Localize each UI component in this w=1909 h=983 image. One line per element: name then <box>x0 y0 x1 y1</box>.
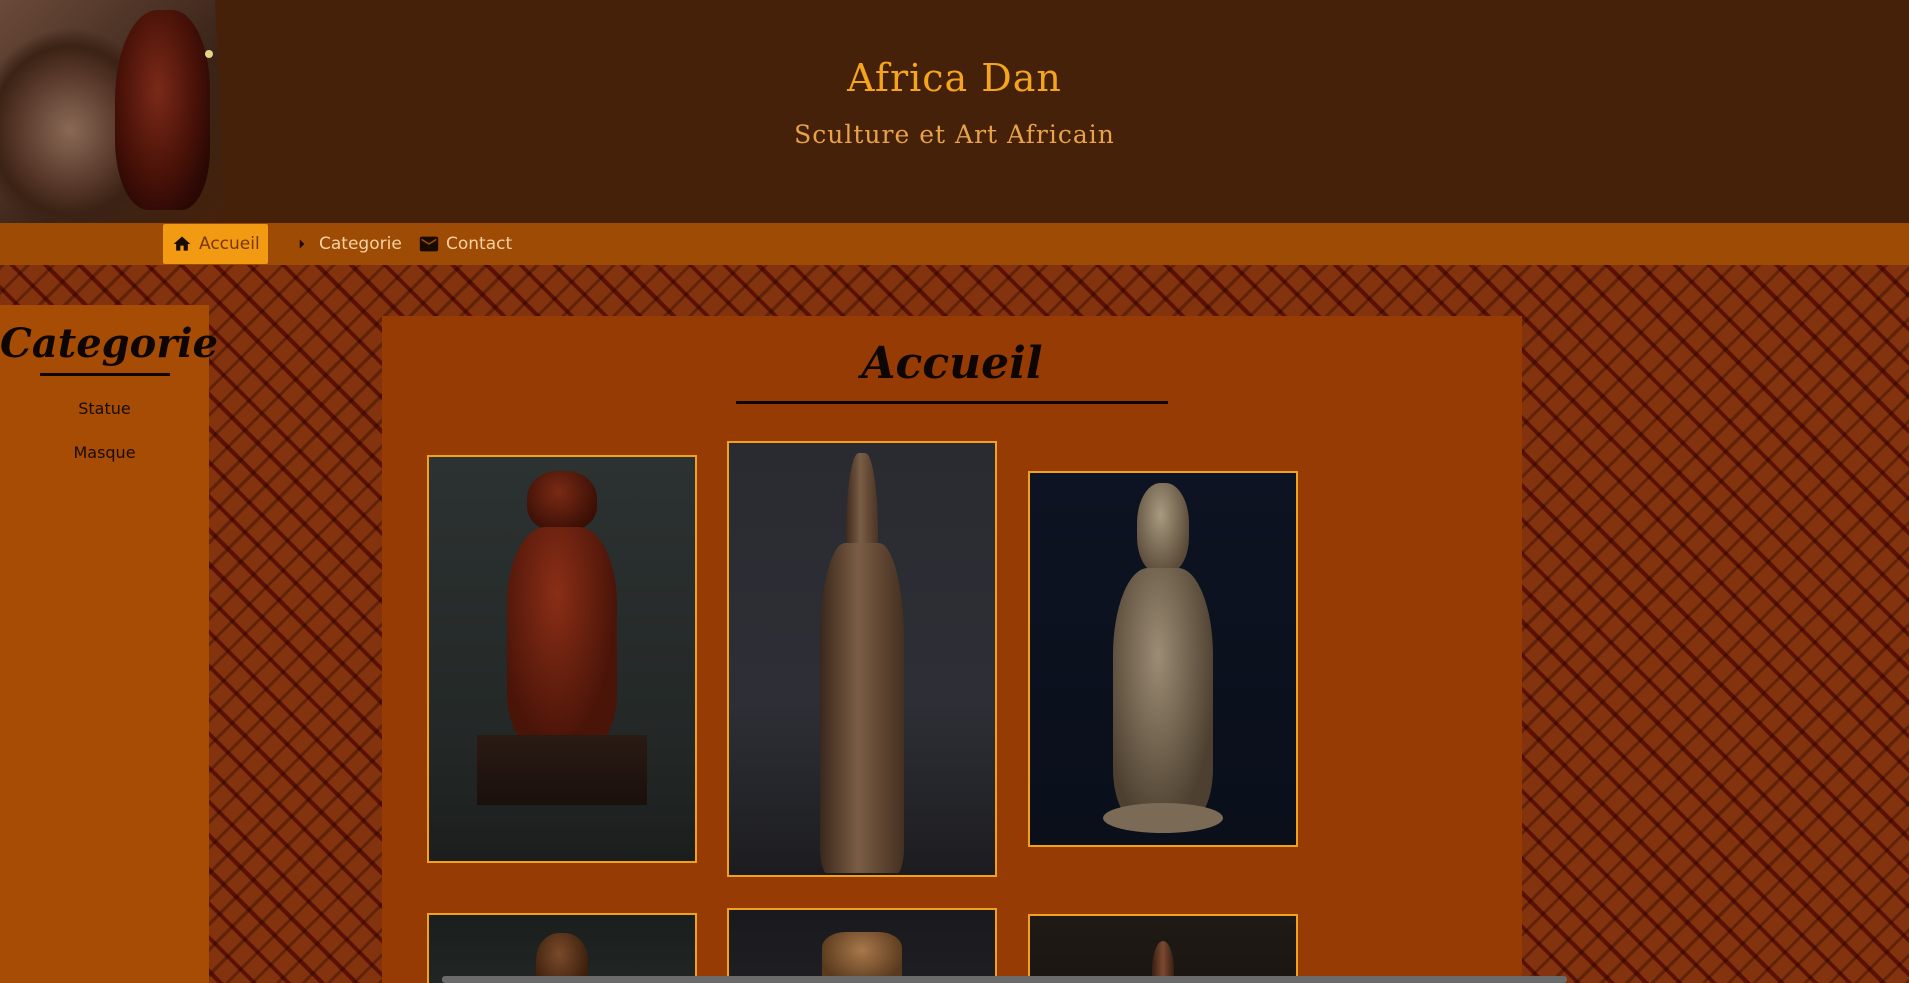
gallery-image-5[interactable] <box>727 908 997 983</box>
nav-item-contact[interactable]: Contact <box>418 223 512 265</box>
page-title: Accueil <box>861 338 1043 389</box>
main-content: Accueil <box>382 316 1522 983</box>
nav-label: Categorie <box>319 234 402 254</box>
page-title-underline <box>736 401 1168 404</box>
site-subtitle: Sculture et Art Africain <box>794 120 1115 149</box>
statue-base <box>1103 803 1223 833</box>
gallery-image-3[interactable] <box>1028 471 1298 847</box>
sidebar-link-masque[interactable]: Masque <box>0 443 209 462</box>
gallery-image-2[interactable] <box>727 441 997 877</box>
statue-base <box>477 735 647 805</box>
sidebar-title-underline <box>40 373 170 376</box>
statue-head <box>1137 483 1189 573</box>
nav-label: Contact <box>446 234 513 254</box>
main-nav: Accueil Categorie Contact <box>0 223 1909 265</box>
gallery-image-4[interactable] <box>427 913 697 983</box>
statue-body <box>507 527 617 747</box>
gallery-image-6[interactable] <box>1028 914 1298 983</box>
nav-item-categorie[interactable]: Categorie <box>291 223 402 265</box>
statue-body <box>1113 568 1213 818</box>
site-title[interactable]: Africa Dan <box>0 56 1909 100</box>
statue-head <box>527 471 597 531</box>
nav-label: Accueil <box>199 234 260 254</box>
site-header: Africa Dan Sculture et Art Africain <box>0 0 1909 223</box>
statue-body <box>820 543 904 873</box>
gallery-image-1[interactable] <box>427 455 697 863</box>
sidebar-title: Categorie <box>0 320 219 367</box>
sidebar-link-statue[interactable]: Statue <box>0 399 209 418</box>
home-icon <box>171 233 193 255</box>
nav-item-accueil[interactable]: Accueil <box>163 224 268 264</box>
horizontal-scrollbar[interactable] <box>442 976 1567 983</box>
category-sidebar: Categorie Statue Masque <box>0 305 219 983</box>
statue-face-image <box>115 10 210 210</box>
mail-icon <box>418 233 440 255</box>
caret-right-icon <box>291 233 313 255</box>
